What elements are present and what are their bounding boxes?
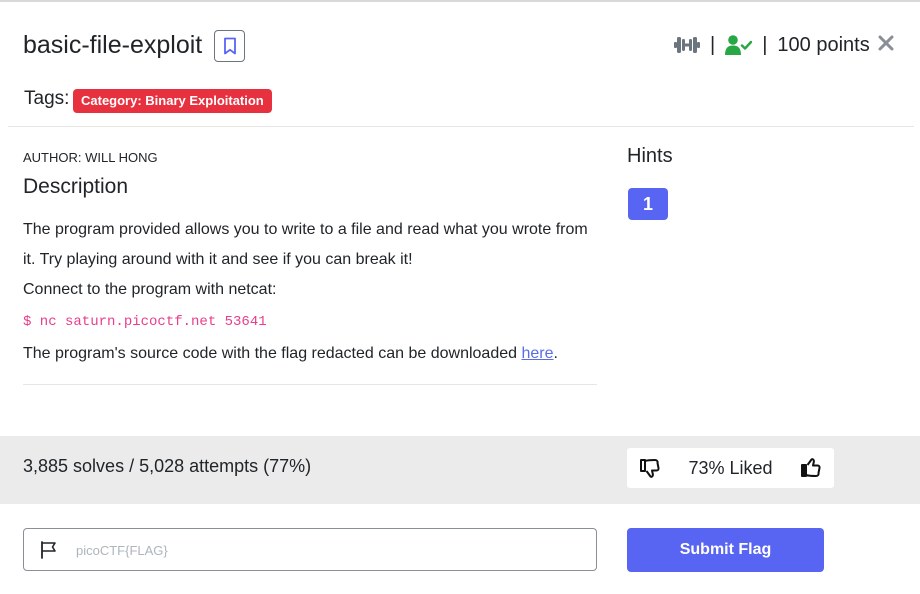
submit-flag-button[interactable]: Submit Flag xyxy=(627,528,824,572)
hint-button[interactable]: 1 xyxy=(628,188,668,220)
source-code-text: The program's source code with the flag … xyxy=(23,345,522,362)
meta-separator: | xyxy=(710,33,716,56)
thumbs-up-icon[interactable] xyxy=(800,457,822,479)
author-line: AUTHOR: WILL HONG xyxy=(23,150,158,165)
challenge-meta: | | 100 points xyxy=(674,30,870,60)
source-code-line: The program's source code with the flag … xyxy=(23,339,603,369)
tags-label: Tags: xyxy=(24,88,70,109)
netcat-command: $ nc saturn.picoctf.net 53641 xyxy=(23,314,267,330)
points-label: 100 points xyxy=(777,33,870,56)
description-heading: Description xyxy=(23,175,129,198)
close-icon xyxy=(878,35,894,51)
meta-separator: | xyxy=(762,33,768,56)
category-tag[interactable]: Category: Binary Exploitation xyxy=(73,89,272,113)
flag-icon xyxy=(41,541,56,559)
close-button[interactable] xyxy=(878,28,894,56)
solves-stats: 3,885 solves / 5,028 attempts (77%) xyxy=(23,456,312,476)
description-divider xyxy=(23,384,597,385)
header-divider xyxy=(8,126,914,127)
flag-input-group xyxy=(23,528,597,571)
bookmark-icon xyxy=(223,37,236,55)
top-border xyxy=(0,0,920,2)
likes-panel: 73% Liked xyxy=(627,448,834,488)
flag-input[interactable] xyxy=(74,537,578,564)
user-check-icon xyxy=(725,35,753,55)
challenge-title: basic-file-exploit xyxy=(23,31,203,59)
download-link[interactable]: here xyxy=(521,345,553,362)
bookmark-button[interactable] xyxy=(214,30,245,62)
description-body: The program provided allows you to write… xyxy=(23,215,603,369)
description-text: The program provided allows you to write… xyxy=(23,221,588,268)
hints-heading: Hints xyxy=(627,145,673,167)
dumbbell-icon xyxy=(674,37,700,53)
description-text: Connect to the program with netcat: xyxy=(23,281,277,298)
source-code-suffix: . xyxy=(553,345,558,362)
